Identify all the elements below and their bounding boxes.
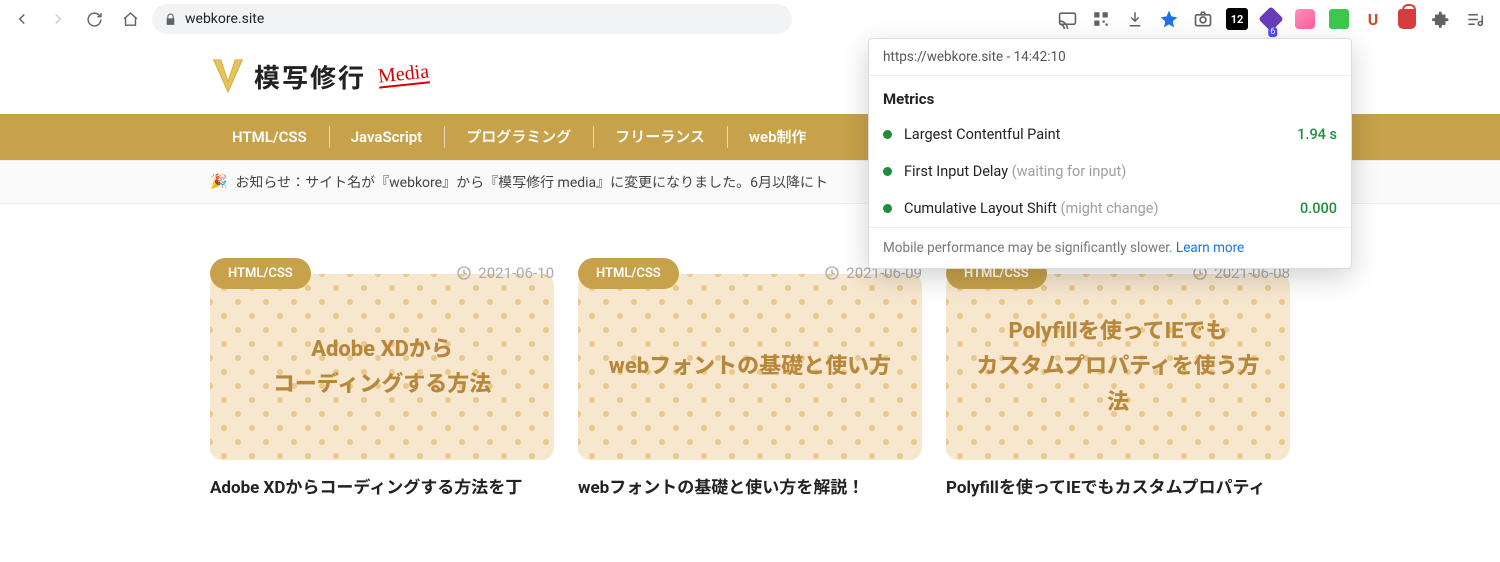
card-tile-title: Adobe XDからコーディングする方法 (273, 332, 491, 402)
cast-icon[interactable] (1056, 8, 1078, 30)
logo-text: 模写修行 (254, 58, 366, 95)
qr-icon[interactable] (1090, 8, 1112, 30)
browser-toolbar: webkore.site 12 6 U (0, 0, 1500, 38)
learn-more-link[interactable]: Learn more (1176, 240, 1244, 256)
metric-row-lcp: Largest Contentful Paint 1.94 s (869, 116, 1351, 153)
u-ext-icon[interactable]: U (1362, 8, 1384, 30)
card-caption: Polyfillを使ってIEでもカスタムプロパティ (946, 476, 1290, 502)
card-tile: Adobe XDからコーディングする方法 (210, 274, 554, 460)
card-caption: webフォントの基礎と使い方を解説！ (578, 476, 922, 502)
nav-item-webmaking[interactable]: web制作 (727, 114, 829, 160)
card-date: 2021-06-10 (456, 264, 554, 282)
clock-icon (456, 265, 472, 281)
clock-icon (824, 265, 840, 281)
url-text: webkore.site (185, 11, 264, 27)
site-logo[interactable]: 模写修行 Media (210, 56, 429, 96)
extension-tray: 12 6 U (1056, 8, 1492, 30)
forward-button[interactable] (44, 5, 72, 33)
extensions-puzzle-icon[interactable] (1430, 8, 1452, 30)
card-tile: Polyfillを使ってIEでもカスタムプロパティを使う方法 (946, 274, 1290, 460)
article-card[interactable]: HTML/CSS 2021-06-10 Adobe XDからコーディングする方法… (210, 274, 554, 502)
popup-title: Metrics (869, 76, 1351, 116)
metric-label: Largest Contentful Paint (904, 126, 1285, 143)
article-card[interactable]: HTML/CSS 2021-06-09 webフォントの基礎と使い方 webフォ… (578, 274, 922, 502)
popup-origin: https://webkore.site - 14:42:10 (869, 39, 1351, 76)
playlist-icon[interactable] (1464, 8, 1486, 30)
green-ext-icon[interactable] (1328, 8, 1350, 30)
metric-value: 0.000 (1300, 200, 1337, 217)
metric-label: First Input Delay (waiting for input) (904, 163, 1325, 180)
home-button[interactable] (116, 5, 144, 33)
logo-media: Media (377, 60, 430, 88)
purple-badge: 6 (1268, 27, 1277, 37)
pink-ext-icon[interactable] (1294, 8, 1316, 30)
nav-item-htmlcss[interactable]: HTML/CSS (210, 114, 329, 160)
status-dot-icon (883, 130, 892, 139)
logo-v-icon (210, 56, 246, 96)
tag-chip[interactable]: HTML/CSS (210, 258, 311, 289)
reload-button[interactable] (80, 5, 108, 33)
notice-text: お知らせ：サイト名が『webkore』から『模写修行 media』に変更になりま… (235, 172, 828, 192)
purple-ext-icon[interactable]: 6 (1260, 8, 1282, 30)
card-tile-title: webフォントの基礎と使い方 (609, 349, 891, 384)
calendar-badge: 12 (1226, 8, 1248, 30)
card-tile: webフォントの基礎と使い方 (578, 274, 922, 460)
status-dot-icon (883, 167, 892, 176)
metric-label: Cumulative Layout Shift (might change) (904, 200, 1288, 217)
status-dot-icon (883, 204, 892, 213)
metric-row-cls: Cumulative Layout Shift (might change) 0… (869, 190, 1351, 227)
address-bar[interactable]: webkore.site (152, 4, 792, 34)
tag-chip[interactable]: HTML/CSS (578, 258, 679, 289)
metric-value: 1.94 s (1297, 126, 1337, 143)
bag-ext-icon[interactable] (1396, 8, 1418, 30)
lock-icon (164, 13, 177, 26)
metric-row-fid: First Input Delay (waiting for input) (869, 153, 1351, 190)
calendar-ext-icon[interactable]: 12 (1226, 8, 1248, 30)
bookmark-star-icon[interactable] (1158, 8, 1180, 30)
nav-item-freelance[interactable]: フリーランス (593, 114, 727, 160)
download-icon[interactable] (1124, 8, 1146, 30)
party-popper-icon: 🎉 (210, 174, 227, 190)
camera-icon[interactable] (1192, 8, 1214, 30)
card-tile-title: Polyfillを使ってIEでもカスタムプロパティを使う方法 (966, 314, 1270, 420)
nav-item-javascript[interactable]: JavaScript (329, 114, 445, 160)
back-button[interactable] (8, 5, 36, 33)
popup-footer: Mobile performance may be significantly … (869, 227, 1351, 268)
article-card[interactable]: HTML/CSS 2021-06-08 Polyfillを使ってIEでもカスタム… (946, 274, 1290, 502)
card-caption: Adobe XDからコーディングする方法を丁 (210, 476, 554, 502)
web-vitals-popup: https://webkore.site - 14:42:10 Metrics … (868, 38, 1352, 269)
nav-item-programming[interactable]: プログラミング (444, 114, 593, 160)
